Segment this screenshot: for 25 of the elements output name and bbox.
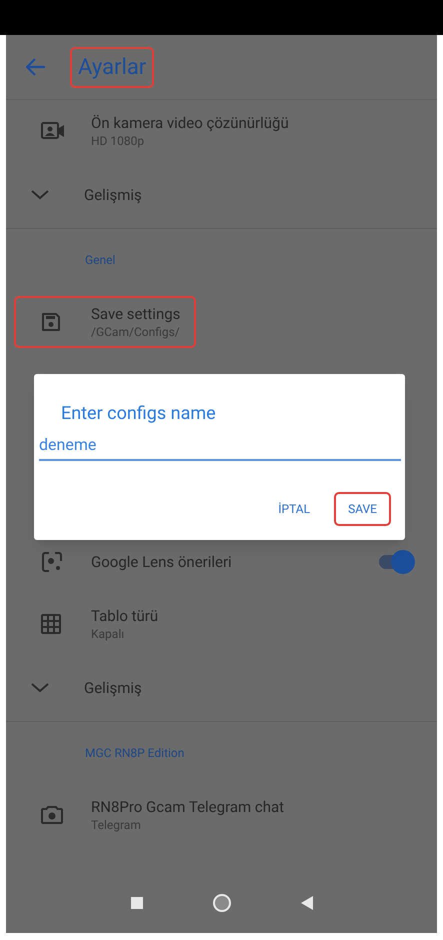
- section-header: MGC RN8P Edition: [85, 745, 184, 762]
- setting-title: RN8Pro Gcam Telegram chat: [91, 797, 284, 817]
- chevron-down-icon: [31, 683, 49, 693]
- app-title: Ayarlar: [72, 48, 152, 86]
- toggle-switch[interactable]: [377, 550, 415, 574]
- dialog-button[interactable]: İPTAL: [266, 494, 322, 524]
- name-field[interactable]: deneme: [39, 433, 401, 461]
- lens-icon: [41, 551, 63, 573]
- dialog-button[interactable]: SAVE: [336, 494, 389, 524]
- home-button[interactable]: [212, 894, 230, 912]
- camera-icon: [41, 805, 63, 825]
- save-icon: [41, 312, 61, 332]
- advanced-item[interactable]: Gelişmiş: [6, 655, 437, 721]
- setting-title: Google Lens önerileri: [91, 552, 233, 573]
- back-button[interactable]: [300, 896, 312, 910]
- advanced-item[interactable]: Gelişmiş: [6, 162, 437, 228]
- recents-button[interactable]: [130, 897, 142, 909]
- section-header: Genel: [85, 252, 116, 269]
- setting-title: Save settings: [91, 304, 180, 324]
- dialog-title: Enter configs name: [61, 402, 217, 426]
- chevron-down-icon: [31, 190, 49, 200]
- setting-title: Tablo türü: [91, 606, 158, 626]
- grid-icon: [41, 614, 61, 634]
- setting-title: Ön kamera video çözünürlüğü: [91, 113, 289, 133]
- video-camera-icon: [41, 121, 65, 141]
